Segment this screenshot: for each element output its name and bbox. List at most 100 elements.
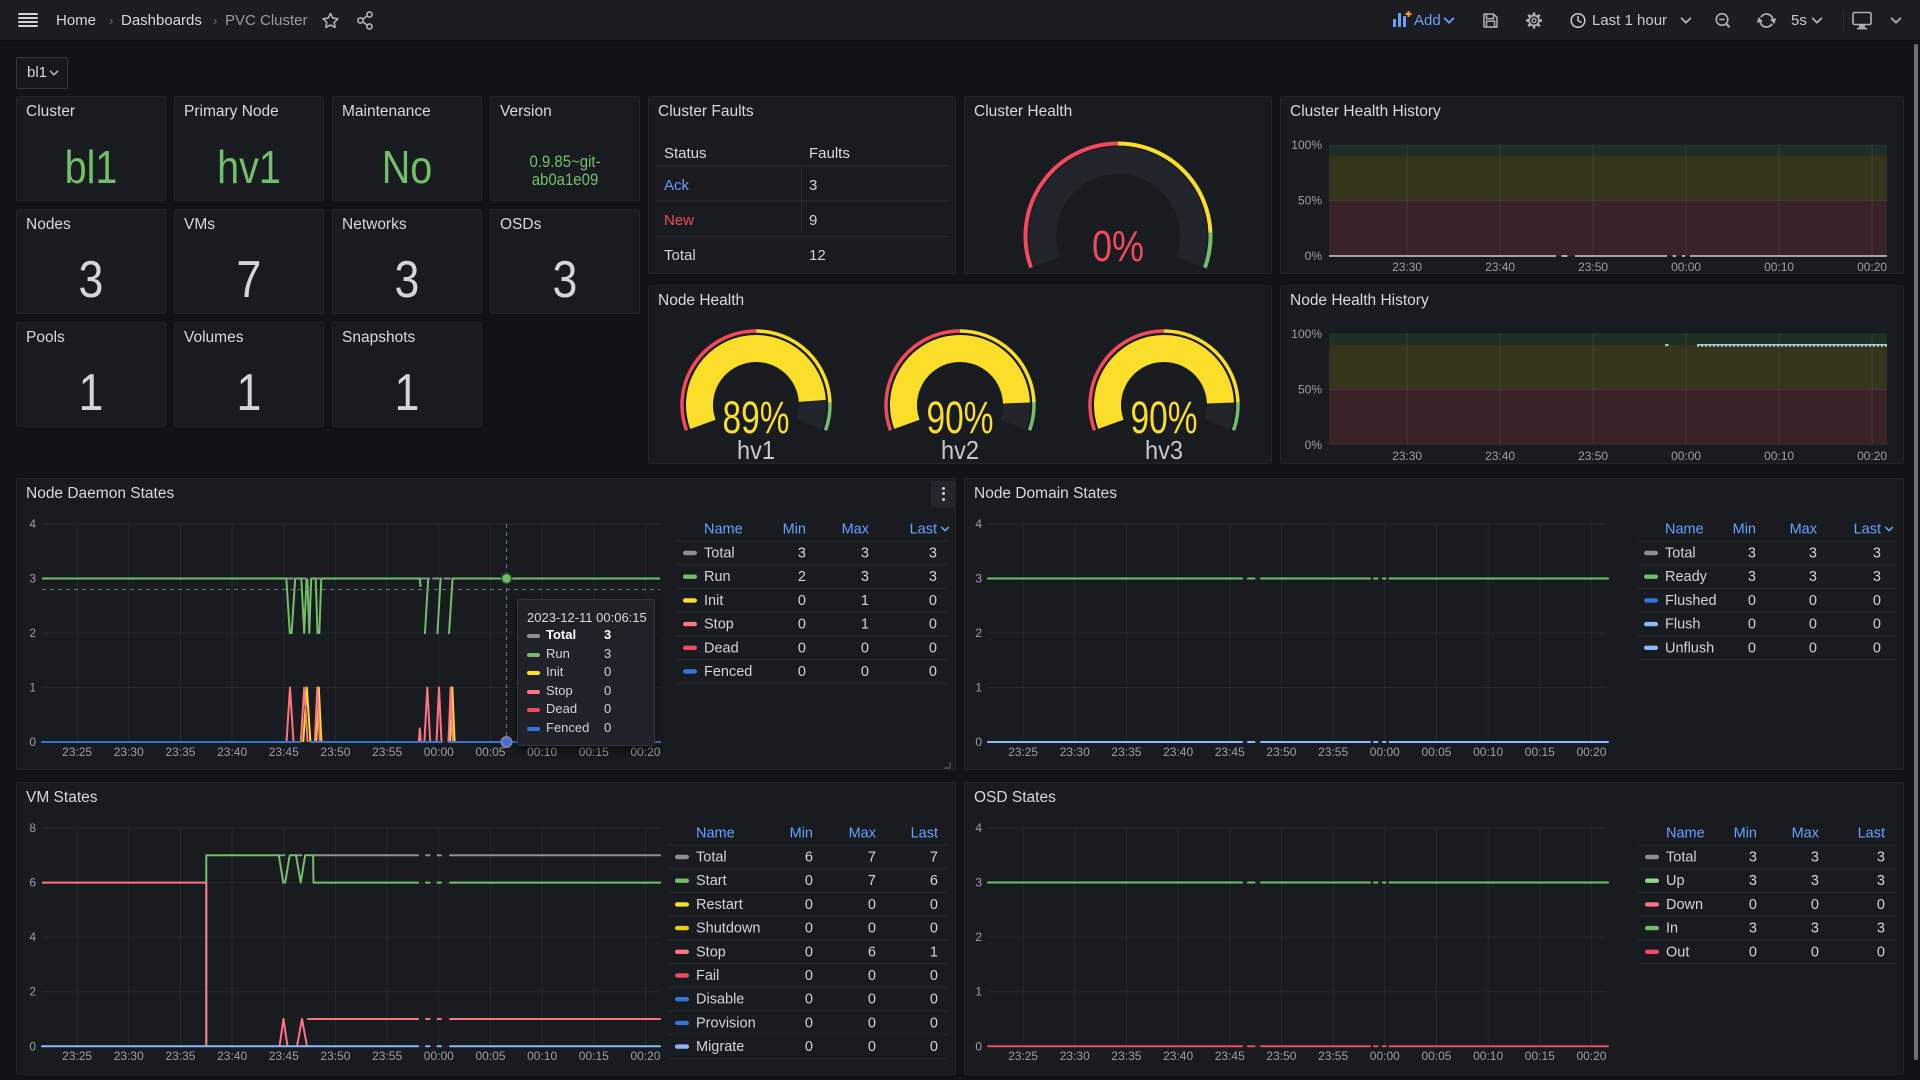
svg-text:Min: Min bbox=[783, 522, 806, 538]
svg-text:0: 0 bbox=[805, 921, 813, 937]
svg-text:Total: Total bbox=[1666, 850, 1697, 866]
svg-text:23:35: 23:35 bbox=[1111, 1049, 1141, 1063]
svg-text:Max: Max bbox=[1792, 826, 1820, 842]
svg-text:4: 4 bbox=[29, 930, 36, 944]
svg-text:23:55: 23:55 bbox=[372, 745, 402, 759]
svg-text:00:10: 00:10 bbox=[527, 745, 557, 759]
svg-text:Total: Total bbox=[664, 247, 696, 264]
svg-text:Flushed: Flushed bbox=[1665, 593, 1717, 609]
svg-text:3: 3 bbox=[1749, 921, 1757, 937]
svg-text:3: 3 bbox=[975, 876, 982, 890]
svg-text:3: 3 bbox=[1809, 569, 1817, 585]
svg-text:Dead: Dead bbox=[704, 640, 739, 656]
svg-text:00:10: 00:10 bbox=[1473, 745, 1503, 759]
svg-text:23:35: 23:35 bbox=[165, 745, 195, 759]
svg-text:0: 0 bbox=[805, 873, 813, 889]
svg-text:23:30: 23:30 bbox=[1060, 745, 1090, 759]
svg-text:Min: Min bbox=[790, 826, 813, 842]
svg-text:00:15: 00:15 bbox=[1525, 1049, 1555, 1063]
svg-text:00:00: 00:00 bbox=[424, 1049, 454, 1063]
svg-text:Stop: Stop bbox=[704, 617, 734, 633]
svg-text:Last: Last bbox=[910, 522, 937, 538]
svg-text:0: 0 bbox=[29, 735, 36, 749]
svg-text:2: 2 bbox=[975, 626, 982, 640]
svg-text:00:15: 00:15 bbox=[579, 745, 609, 759]
svg-text:23:55: 23:55 bbox=[1318, 745, 1348, 759]
svg-text:Last: Last bbox=[1854, 522, 1881, 538]
svg-text:0: 0 bbox=[1809, 593, 1817, 609]
svg-text:23:55: 23:55 bbox=[372, 1049, 402, 1063]
svg-text:Disable: Disable bbox=[696, 992, 744, 1008]
svg-text:23:30: 23:30 bbox=[1392, 449, 1422, 463]
svg-text:1: 1 bbox=[861, 593, 869, 609]
svg-text:1: 1 bbox=[930, 944, 938, 960]
svg-text:Migrate: Migrate bbox=[696, 1039, 744, 1055]
svg-text:3: 3 bbox=[1809, 546, 1817, 562]
svg-text:Init: Init bbox=[704, 593, 723, 609]
svg-text:23:40: 23:40 bbox=[1485, 449, 1515, 463]
svg-text:3: 3 bbox=[1811, 921, 1819, 937]
svg-text:0: 0 bbox=[868, 1015, 876, 1031]
svg-text:4: 4 bbox=[29, 517, 36, 531]
svg-text:0: 0 bbox=[798, 617, 806, 633]
svg-text:3: 3 bbox=[975, 572, 982, 586]
svg-text:0: 0 bbox=[805, 1039, 813, 1055]
svg-text:2: 2 bbox=[29, 985, 36, 999]
svg-text:Last: Last bbox=[911, 826, 938, 842]
svg-text:00:00: 00:00 bbox=[1370, 745, 1400, 759]
svg-text:00:00: 00:00 bbox=[1671, 449, 1701, 463]
svg-text:3: 3 bbox=[1748, 546, 1756, 562]
svg-text:0: 0 bbox=[930, 1015, 938, 1031]
svg-text:0: 0 bbox=[929, 664, 937, 680]
svg-text:23:25: 23:25 bbox=[1008, 1049, 1038, 1063]
svg-text:Min: Min bbox=[1734, 826, 1757, 842]
svg-text:7: 7 bbox=[930, 850, 938, 866]
svg-text:3: 3 bbox=[1877, 850, 1885, 866]
svg-text:0: 0 bbox=[1811, 944, 1819, 960]
svg-text:3: 3 bbox=[1873, 569, 1881, 585]
svg-text:Min: Min bbox=[1733, 522, 1756, 538]
svg-text:0: 0 bbox=[861, 640, 869, 656]
svg-text:hv1: hv1 bbox=[737, 435, 775, 465]
svg-text:Max: Max bbox=[1790, 522, 1818, 538]
svg-text:00:00: 00:00 bbox=[1671, 260, 1701, 274]
svg-text:23:25: 23:25 bbox=[1008, 745, 1038, 759]
svg-text:23:45: 23:45 bbox=[1215, 745, 1245, 759]
svg-text:23:30: 23:30 bbox=[1392, 260, 1422, 274]
svg-text:23:50: 23:50 bbox=[1266, 745, 1296, 759]
svg-text:0: 0 bbox=[868, 968, 876, 984]
svg-text:0: 0 bbox=[930, 921, 938, 937]
svg-text:0: 0 bbox=[929, 640, 937, 656]
svg-text:0: 0 bbox=[805, 944, 813, 960]
svg-text:3: 3 bbox=[929, 569, 937, 585]
svg-text:00:20: 00:20 bbox=[1576, 745, 1606, 759]
svg-text:0: 0 bbox=[1748, 617, 1756, 633]
svg-text:Ack: Ack bbox=[664, 177, 690, 194]
svg-text:0: 0 bbox=[868, 1039, 876, 1055]
svg-text:Last: Last bbox=[1858, 826, 1885, 842]
svg-text:Name: Name bbox=[1666, 826, 1705, 842]
svg-text:Shutdown: Shutdown bbox=[696, 921, 761, 937]
svg-text:00:05: 00:05 bbox=[475, 1049, 505, 1063]
svg-text:Run: Run bbox=[704, 569, 731, 585]
svg-text:0%: 0% bbox=[1305, 249, 1323, 263]
svg-text:Ready: Ready bbox=[1665, 569, 1708, 585]
svg-text:0: 0 bbox=[930, 992, 938, 1008]
svg-text:Stop: Stop bbox=[696, 944, 726, 960]
svg-text:23:50: 23:50 bbox=[1266, 1049, 1296, 1063]
svg-text:Flush: Flush bbox=[1665, 617, 1700, 633]
svg-text:23:40: 23:40 bbox=[1163, 1049, 1193, 1063]
svg-text:0: 0 bbox=[1748, 593, 1756, 609]
svg-text:23:25: 23:25 bbox=[62, 1049, 92, 1063]
svg-text:3: 3 bbox=[929, 546, 937, 562]
svg-text:0: 0 bbox=[1748, 640, 1756, 656]
svg-text:Status: Status bbox=[664, 145, 707, 162]
svg-text:23:45: 23:45 bbox=[269, 745, 299, 759]
svg-text:23:50: 23:50 bbox=[320, 745, 350, 759]
svg-text:4: 4 bbox=[975, 821, 982, 835]
svg-text:0: 0 bbox=[805, 1015, 813, 1031]
svg-text:0: 0 bbox=[929, 617, 937, 633]
svg-text:0: 0 bbox=[1749, 944, 1757, 960]
svg-text:0: 0 bbox=[929, 593, 937, 609]
svg-text:0: 0 bbox=[1873, 640, 1881, 656]
